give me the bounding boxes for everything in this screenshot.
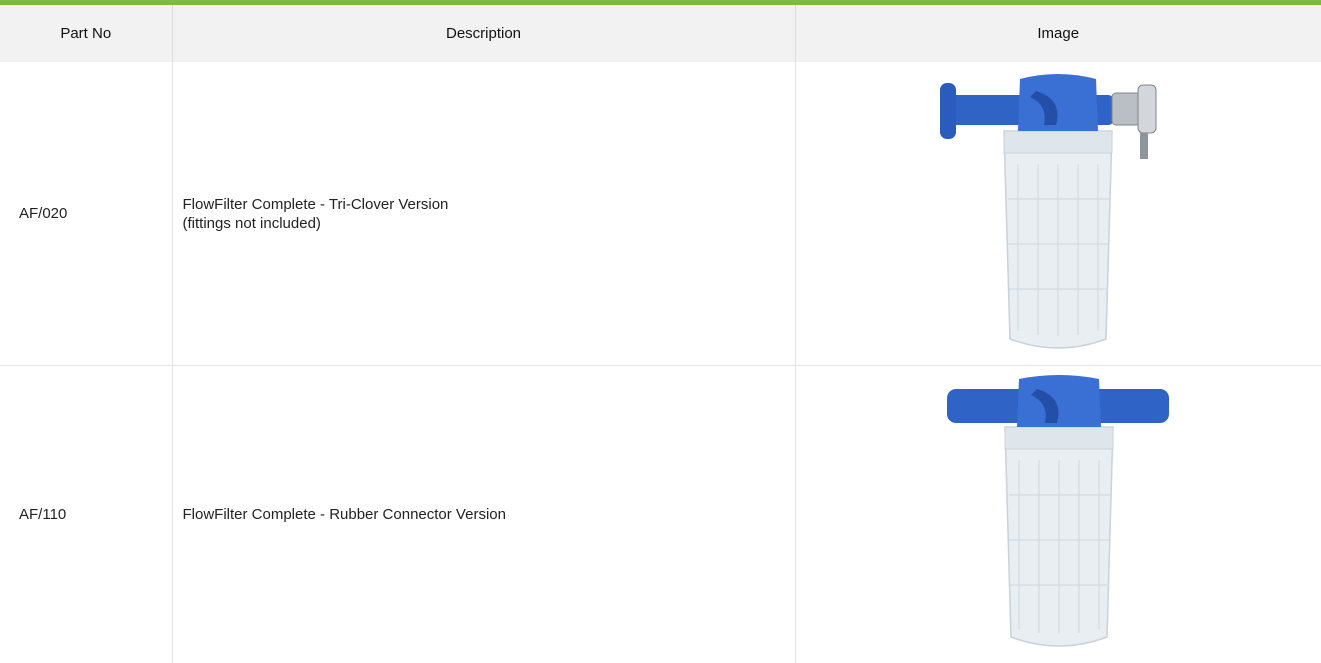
description-line: FlowFilter Complete - Tri-Clover Version [183, 195, 794, 214]
header-row: Part No Description Image [0, 5, 1321, 62]
part-no-cell: AF/110 [0, 366, 172, 663]
product-table: Part No Description Image AF/020 FlowFil… [0, 5, 1321, 663]
description-cell: FlowFilter Complete - Tri-Clover Version… [172, 62, 795, 366]
header-description: Description [172, 5, 795, 62]
description-cell: FlowFilter Complete - Rubber Connector V… [172, 366, 795, 663]
header-image: Image [795, 5, 1321, 62]
image-cell [795, 366, 1321, 663]
flowfilter-rubber-connector-image [943, 375, 1173, 655]
description-line: (fittings not included) [183, 214, 794, 233]
flowfilter-tri-clover-image [938, 69, 1178, 359]
part-no-cell: AF/020 [0, 62, 172, 366]
description-line: FlowFilter Complete - Rubber Connector V… [183, 505, 794, 524]
table-row: AF/110 FlowFilter Complete - Rubber Conn… [0, 366, 1321, 663]
table-row: AF/020 FlowFilter Complete - Tri-Clover … [0, 62, 1321, 366]
header-part-no: Part No [0, 5, 172, 62]
image-cell [795, 62, 1321, 366]
